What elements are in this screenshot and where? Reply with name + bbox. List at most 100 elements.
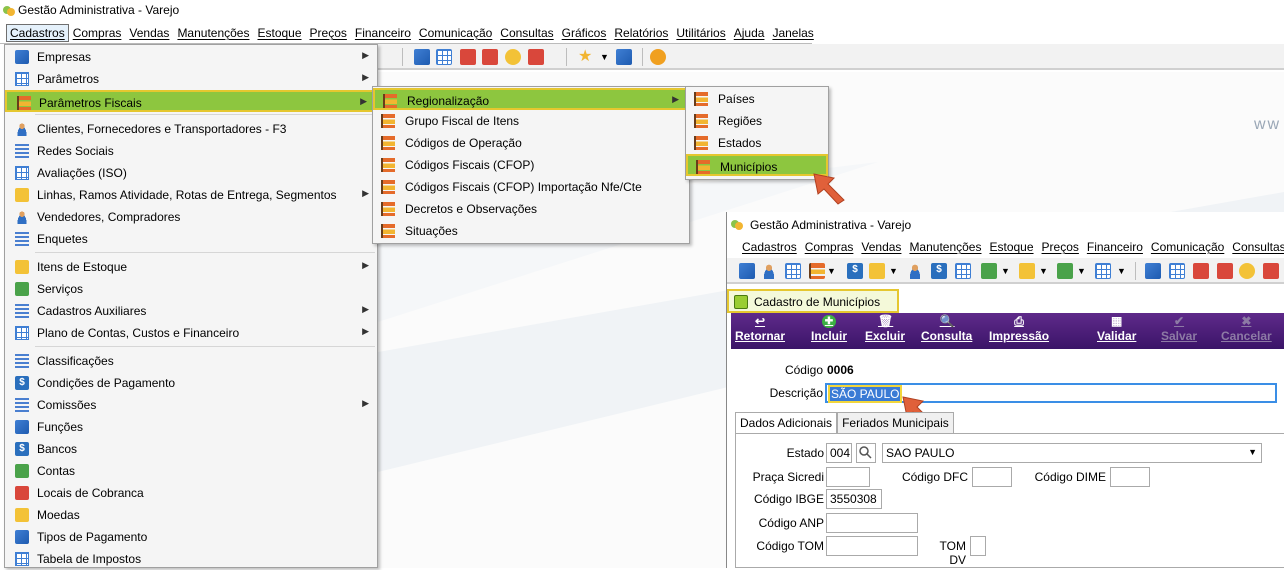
window2-menubar-item-5[interactable]: Preços — [1038, 240, 1083, 254]
menu-item-fiscais-5[interactable]: Decretos e Observações — [373, 198, 689, 220]
close-button[interactable]: ✖ Cancelar — [1221, 315, 1272, 344]
menu-item-cadastros-20[interactable]: Moedas — [5, 504, 377, 526]
return-button[interactable]: ↩ Retornar — [735, 315, 785, 344]
menubar-item-5[interactable]: Preços — [306, 26, 351, 40]
calendar-icon[interactable] — [1193, 263, 1209, 279]
menubar-item-1[interactable]: Compras — [69, 26, 126, 40]
menu-item-cadastros-1[interactable]: Parâmetros ▶ — [5, 68, 377, 90]
dollar-icon[interactable]: $ — [847, 263, 863, 279]
menu-item-fiscais-2[interactable]: Códigos de Operação — [373, 132, 689, 154]
menu-item-regionalizacao-1[interactable]: Regiões — [686, 110, 828, 132]
card-icon[interactable] — [785, 263, 801, 279]
menu-item-cadastros-7[interactable]: Vendedores, Compradores — [5, 206, 377, 228]
menu-item-regionalizacao-3[interactable]: Municípios — [686, 154, 828, 176]
tab-feriados-municipais[interactable]: Feriados Municipais — [837, 412, 954, 433]
menu-item-cadastros-4[interactable]: Redes Sociais — [5, 140, 377, 162]
menu-item-fiscais-0[interactable]: Regionalização ▶ — [373, 88, 689, 110]
dropdown-icon[interactable]: ▼ — [1039, 263, 1055, 279]
window-icon[interactable] — [616, 49, 632, 65]
menu-item-cadastros-5[interactable]: Avaliações (ISO) — [5, 162, 377, 184]
menu-item-fiscais-4[interactable]: Códigos Fiscais (CFOP) Importação Nfe/Ct… — [373, 176, 689, 198]
menu-item-regionalizacao-2[interactable]: Estados — [686, 132, 828, 154]
calendar-icon[interactable] — [460, 49, 476, 65]
menu-item-cadastros-19[interactable]: Locais de Cobranca — [5, 482, 377, 504]
window2-menubar-item-0[interactable]: Cadastros — [738, 240, 801, 254]
menu-item-regionalizacao-0[interactable]: Países — [686, 88, 828, 110]
schedule-icon[interactable] — [482, 49, 498, 65]
schedule-icon[interactable] — [1217, 263, 1233, 279]
descricao-input[interactable]: SÃO PAULO — [825, 383, 1277, 403]
calculator-icon[interactable] — [436, 49, 452, 65]
menu-item-cadastros-3[interactable]: Clientes, Fornecedores e Transportadores… — [5, 118, 377, 140]
truck-icon[interactable] — [1095, 263, 1111, 279]
menubar-item-2[interactable]: Vendas — [125, 26, 173, 40]
tom-input[interactable] — [826, 536, 918, 556]
menubar-item-9[interactable]: Gráficos — [558, 26, 611, 40]
menubar-item-4[interactable]: Estoque — [253, 26, 305, 40]
dropdown-icon[interactable]: ▼ — [1077, 263, 1093, 279]
estado-search-button[interactable] — [856, 443, 876, 463]
praca-input[interactable] — [826, 467, 870, 487]
person-icon[interactable] — [907, 263, 923, 279]
validate-button[interactable]: ▦ Validar — [1097, 315, 1136, 344]
tomdv-input[interactable] — [970, 536, 986, 556]
ibge-input[interactable]: 3550308 — [826, 489, 882, 509]
printer-button[interactable]: ⎙ Impressão — [989, 315, 1049, 344]
dropdown-icon[interactable]: ▼ — [889, 263, 905, 279]
menu-item-fiscais-1[interactable]: Grupo Fiscal de Itens — [373, 110, 689, 132]
menu-item-cadastros-10[interactable]: Serviços — [5, 278, 377, 300]
report-icon[interactable] — [1263, 263, 1279, 279]
window2-menubar-item-2[interactable]: Vendas — [857, 240, 905, 254]
clock-icon[interactable] — [505, 49, 521, 65]
menu-item-cadastros-8[interactable]: Enquetes — [5, 228, 377, 250]
tab-dados-adicionais[interactable]: Dados Adicionais — [735, 412, 838, 433]
window2-menubar-item-1[interactable]: Compras — [801, 240, 858, 254]
menu-item-cadastros-0[interactable]: Empresas ▶ — [5, 46, 377, 68]
cart-icon[interactable] — [981, 263, 997, 279]
box-icon[interactable] — [869, 263, 885, 279]
menubar-item-7[interactable]: Comunicação — [415, 26, 496, 40]
dropdown-icon[interactable]: ▼ — [1117, 263, 1133, 279]
menu-item-cadastros-15[interactable]: Comissões ▶ — [5, 394, 377, 416]
search-button[interactable]: 🔍 Consulta — [921, 315, 972, 344]
company-icon[interactable] — [1145, 263, 1161, 279]
power-icon[interactable] — [650, 49, 666, 65]
window2-menubar-item-8[interactable]: Consultas — [1228, 240, 1284, 254]
dime-input[interactable] — [1110, 467, 1150, 487]
plus-button[interactable]: ✚ Incluir — [811, 315, 847, 343]
menubar-item-11[interactable]: Utilitários — [672, 26, 729, 40]
menu-item-cadastros-13[interactable]: Classificações — [5, 350, 377, 372]
money-icon[interactable] — [1057, 263, 1073, 279]
report-icon[interactable] — [528, 49, 544, 65]
menu-item-cadastros-11[interactable]: Cadastros Auxiliares ▶ — [5, 300, 377, 322]
menu-item-cadastros-9[interactable]: Itens de Estoque ▶ — [5, 256, 377, 278]
menu-item-cadastros-12[interactable]: Plano de Contas, Custos e Financeiro ▶ — [5, 322, 377, 344]
menu-item-fiscais-6[interactable]: Situações — [373, 220, 689, 242]
window2-menubar-item-4[interactable]: Estoque — [985, 240, 1037, 254]
menubar-item-3[interactable]: Manutenções — [173, 26, 253, 40]
menu-item-cadastros-16[interactable]: Funções — [5, 416, 377, 438]
menu-item-cadastros-6[interactable]: Linhas, Ramos Atividade, Rotas de Entreg… — [5, 184, 377, 206]
dropdown-icon[interactable]: ▼ — [600, 49, 616, 65]
menu-item-cadastros-14[interactable]: $ Condições de Pagamento — [5, 372, 377, 394]
note-icon[interactable] — [1019, 263, 1035, 279]
dropdown-icon[interactable]: ▼ — [827, 263, 843, 279]
dfc-input[interactable] — [972, 467, 1012, 487]
company-icon[interactable] — [414, 49, 430, 65]
stack-icon[interactable] — [809, 263, 825, 279]
menu-item-cadastros-22[interactable]: Tabela de Impostos — [5, 548, 377, 570]
menubar-item-13[interactable]: Janelas — [768, 26, 817, 40]
estado-name-select[interactable]: SAO PAULO ▼ — [882, 443, 1262, 463]
anp-input[interactable] — [826, 513, 918, 533]
window2-menubar-item-3[interactable]: Manutenções — [905, 240, 985, 254]
card-icon[interactable] — [955, 263, 971, 279]
menubar-item-10[interactable]: Relatórios — [610, 26, 672, 40]
menubar-item-8[interactable]: Consultas — [496, 26, 557, 40]
menubar-item-6[interactable]: Financeiro — [351, 26, 415, 40]
company-icon[interactable] — [739, 263, 755, 279]
calculator-icon[interactable] — [1169, 263, 1185, 279]
check-button[interactable]: ✔ Salvar — [1161, 315, 1197, 344]
star-icon[interactable]: ★ — [578, 49, 594, 65]
estado-code-input[interactable]: 004 — [826, 443, 852, 463]
bank-icon[interactable]: $ — [931, 263, 947, 279]
